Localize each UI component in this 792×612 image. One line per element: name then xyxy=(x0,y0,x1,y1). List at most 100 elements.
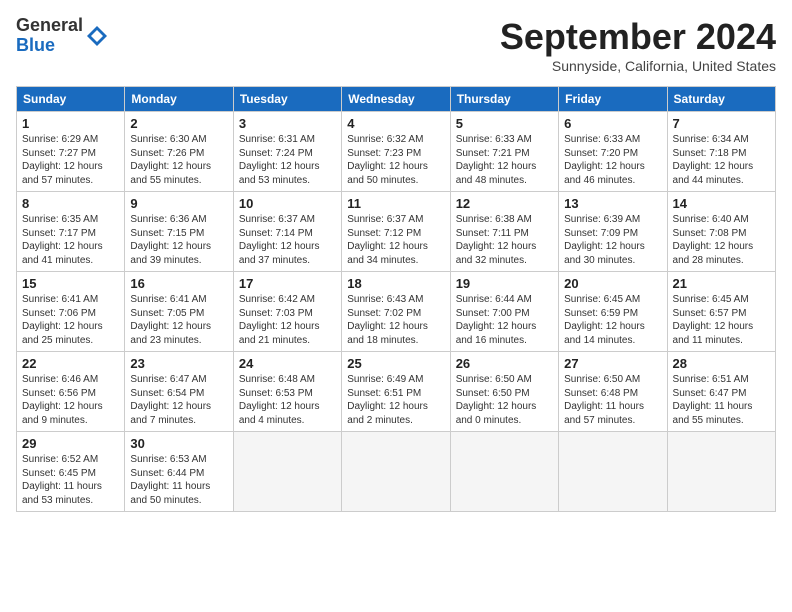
day-number: 10 xyxy=(239,196,336,211)
table-row: 11Sunrise: 6:37 AM Sunset: 7:12 PM Dayli… xyxy=(342,192,450,272)
table-row: 18Sunrise: 6:43 AM Sunset: 7:02 PM Dayli… xyxy=(342,272,450,352)
calendar-week-row: 1Sunrise: 6:29 AM Sunset: 7:27 PM Daylig… xyxy=(17,112,776,192)
table-row xyxy=(450,432,558,512)
day-info: Sunrise: 6:29 AM Sunset: 7:27 PM Dayligh… xyxy=(22,133,119,187)
day-info: Sunrise: 6:38 AM Sunset: 7:11 PM Dayligh… xyxy=(456,213,553,267)
page-header: General Blue September 2024 Sunnyside, C… xyxy=(16,16,776,74)
table-row: 23Sunrise: 6:47 AM Sunset: 6:54 PM Dayli… xyxy=(125,352,233,432)
table-row xyxy=(342,432,450,512)
table-row: 8 Sunrise: 6:35 AM Sunset: 7:17 PM Daylig… xyxy=(17,192,125,272)
header-wednesday: Wednesday xyxy=(342,87,450,112)
month-title: September 2024 xyxy=(500,16,776,58)
table-row: 30 Sunrise: 6:53 AM Sunset: 6:44 PM Dayli… xyxy=(125,432,233,512)
day-number: 3 xyxy=(239,116,336,131)
day-info: Sunrise: 6:53 AM Sunset: 6:44 PM Dayligh… xyxy=(130,453,227,507)
day-number: 7 xyxy=(673,116,770,131)
day-info: Sunrise: 6:30 AM Sunset: 7:26 PM Dayligh… xyxy=(130,133,227,187)
day-number: 30 xyxy=(130,436,227,451)
day-info: Sunrise: 6:39 AM Sunset: 7:09 PM Dayligh… xyxy=(564,213,661,267)
table-row: 25 Sunrise: 6:49 AM Sunset: 6:51 PM Dayli… xyxy=(342,352,450,432)
day-number: 28 xyxy=(673,356,770,371)
table-row: 6 Sunrise: 6:33 AM Sunset: 7:20 PM Daylig… xyxy=(559,112,667,192)
day-info: Sunrise: 6:51 AM Sunset: 6:47 PM Dayligh… xyxy=(673,373,770,427)
calendar-week-row: 22 Sunrise: 6:46 AM Sunset: 6:56 PM Dayli… xyxy=(17,352,776,432)
day-info: Sunrise: 6:34 AM Sunset: 7:18 PM Dayligh… xyxy=(673,133,770,187)
calendar-table: Sunday Monday Tuesday Wednesday Thursday… xyxy=(16,86,776,512)
table-row: 22 Sunrise: 6:46 AM Sunset: 6:56 PM Dayli… xyxy=(17,352,125,432)
location: Sunnyside, California, United States xyxy=(500,58,776,74)
day-info: Sunrise: 6:48 AM Sunset: 6:53 PM Dayligh… xyxy=(239,373,336,427)
day-info: Sunrise: 6:47 AM Sunset: 6:54 PM Dayligh… xyxy=(130,373,227,427)
day-number: 19 xyxy=(456,276,553,291)
day-info: Sunrise: 6:41 AM Sunset: 7:06 PM Dayligh… xyxy=(22,293,119,347)
day-number: 11 xyxy=(347,196,444,211)
day-number: 29 xyxy=(22,436,119,451)
table-row: 14Sunrise: 6:40 AM Sunset: 7:08 PM Dayli… xyxy=(667,192,775,272)
table-row: 20Sunrise: 6:45 AM Sunset: 6:59 PM Dayli… xyxy=(559,272,667,352)
logo-general: General xyxy=(16,15,83,35)
table-row: 26 Sunrise: 6:50 AM Sunset: 6:50 PM Dayli… xyxy=(450,352,558,432)
logo-blue: Blue xyxy=(16,35,55,55)
day-number: 2 xyxy=(130,116,227,131)
day-info: Sunrise: 6:33 AM Sunset: 7:21 PM Dayligh… xyxy=(456,133,553,187)
day-info: Sunrise: 6:45 AM Sunset: 6:59 PM Dayligh… xyxy=(564,293,661,347)
day-number: 17 xyxy=(239,276,336,291)
day-info: Sunrise: 6:42 AM Sunset: 7:03 PM Dayligh… xyxy=(239,293,336,347)
day-number: 16 xyxy=(130,276,227,291)
day-info: Sunrise: 6:44 AM Sunset: 7:00 PM Dayligh… xyxy=(456,293,553,347)
title-block: September 2024 Sunnyside, California, Un… xyxy=(500,16,776,74)
day-info: Sunrise: 6:31 AM Sunset: 7:24 PM Dayligh… xyxy=(239,133,336,187)
table-row: 4 Sunrise: 6:32 AM Sunset: 7:23 PM Daylig… xyxy=(342,112,450,192)
table-row: 16Sunrise: 6:41 AM Sunset: 7:05 PM Dayli… xyxy=(125,272,233,352)
table-row: 5 Sunrise: 6:33 AM Sunset: 7:21 PM Daylig… xyxy=(450,112,558,192)
day-info: Sunrise: 6:50 AM Sunset: 6:50 PM Dayligh… xyxy=(456,373,553,427)
day-info: Sunrise: 6:35 AM Sunset: 7:17 PM Dayligh… xyxy=(22,213,119,267)
table-row: 21 Sunrise: 6:45 AM Sunset: 6:57 PM Dayli… xyxy=(667,272,775,352)
table-row: 10 Sunrise: 6:37 AM Sunset: 7:14 PM Dayli… xyxy=(233,192,341,272)
table-row: 29 Sunrise: 6:52 AM Sunset: 6:45 PM Dayli… xyxy=(17,432,125,512)
day-number: 27 xyxy=(564,356,661,371)
day-number: 4 xyxy=(347,116,444,131)
day-info: Sunrise: 6:45 AM Sunset: 6:57 PM Dayligh… xyxy=(673,293,770,347)
calendar-week-row: 8 Sunrise: 6:35 AM Sunset: 7:17 PM Daylig… xyxy=(17,192,776,272)
table-row: 24 Sunrise: 6:48 AM Sunset: 6:53 PM Dayli… xyxy=(233,352,341,432)
day-number: 15 xyxy=(22,276,119,291)
day-number: 22 xyxy=(22,356,119,371)
day-info: Sunrise: 6:37 AM Sunset: 7:14 PM Dayligh… xyxy=(239,213,336,267)
day-number: 26 xyxy=(456,356,553,371)
day-info: Sunrise: 6:52 AM Sunset: 6:45 PM Dayligh… xyxy=(22,453,119,507)
calendar-week-row: 15 Sunrise: 6:41 AM Sunset: 7:06 PM Dayli… xyxy=(17,272,776,352)
day-info: Sunrise: 6:46 AM Sunset: 6:56 PM Dayligh… xyxy=(22,373,119,427)
calendar-week-row: 29 Sunrise: 6:52 AM Sunset: 6:45 PM Dayli… xyxy=(17,432,776,512)
day-number: 21 xyxy=(673,276,770,291)
table-row: 1Sunrise: 6:29 AM Sunset: 7:27 PM Daylig… xyxy=(17,112,125,192)
day-info: Sunrise: 6:32 AM Sunset: 7:23 PM Dayligh… xyxy=(347,133,444,187)
day-number: 12 xyxy=(456,196,553,211)
day-number: 14 xyxy=(673,196,770,211)
header-friday: Friday xyxy=(559,87,667,112)
day-number: 6 xyxy=(564,116,661,131)
table-row: 27Sunrise: 6:50 AM Sunset: 6:48 PM Dayli… xyxy=(559,352,667,432)
day-number: 24 xyxy=(239,356,336,371)
table-row: 13Sunrise: 6:39 AM Sunset: 7:09 PM Dayli… xyxy=(559,192,667,272)
day-info: Sunrise: 6:36 AM Sunset: 7:15 PM Dayligh… xyxy=(130,213,227,267)
header-saturday: Saturday xyxy=(667,87,775,112)
table-row: 17 Sunrise: 6:42 AM Sunset: 7:03 PM Dayli… xyxy=(233,272,341,352)
day-number: 5 xyxy=(456,116,553,131)
day-number: 9 xyxy=(130,196,227,211)
header-tuesday: Tuesday xyxy=(233,87,341,112)
table-row: 19 Sunrise: 6:44 AM Sunset: 7:00 PM Dayli… xyxy=(450,272,558,352)
day-info: Sunrise: 6:49 AM Sunset: 6:51 PM Dayligh… xyxy=(347,373,444,427)
day-number: 25 xyxy=(347,356,444,371)
table-row: 12 Sunrise: 6:38 AM Sunset: 7:11 PM Dayli… xyxy=(450,192,558,272)
table-row: 15 Sunrise: 6:41 AM Sunset: 7:06 PM Dayli… xyxy=(17,272,125,352)
table-row xyxy=(667,432,775,512)
header-monday: Monday xyxy=(125,87,233,112)
day-number: 18 xyxy=(347,276,444,291)
table-row: 28 Sunrise: 6:51 AM Sunset: 6:47 PM Dayli… xyxy=(667,352,775,432)
day-number: 8 xyxy=(22,196,119,211)
day-info: Sunrise: 6:33 AM Sunset: 7:20 PM Dayligh… xyxy=(564,133,661,187)
table-row: 3 Sunrise: 6:31 AM Sunset: 7:24 PM Daylig… xyxy=(233,112,341,192)
logo: General Blue xyxy=(16,16,109,56)
table-row: 7 Sunrise: 6:34 AM Sunset: 7:18 PM Daylig… xyxy=(667,112,775,192)
